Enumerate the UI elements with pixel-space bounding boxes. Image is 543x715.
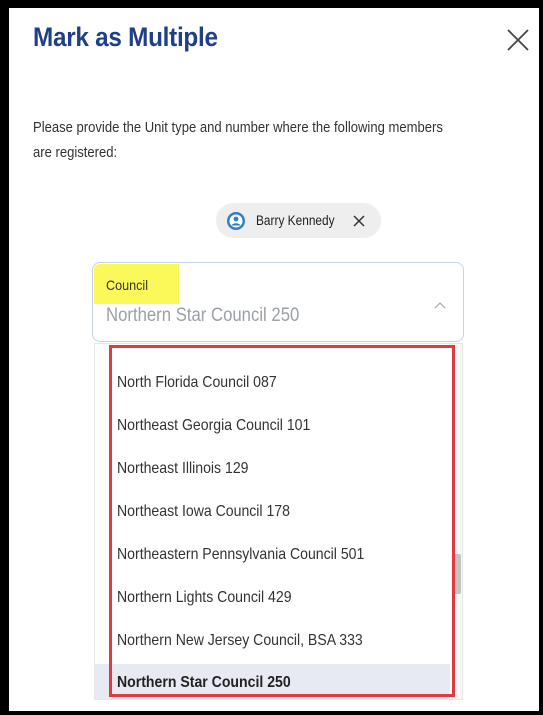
options-scrollbar[interactable] — [452, 344, 462, 699]
council-selected-value: Northern Star Council 250 — [106, 305, 300, 326]
mark-as-multiple-dialog: Mark as Multiple Please provide the Unit… — [0, 0, 543, 715]
dialog-title: Mark as Multiple — [33, 22, 218, 52]
council-option[interactable]: Northeast Iowa Council 178 — [95, 493, 450, 533]
remove-member-icon[interactable] — [352, 214, 366, 228]
council-option[interactable]: Northeast Illinois 129 — [95, 450, 450, 490]
close-button[interactable] — [506, 28, 530, 52]
chevron-up-icon[interactable] — [433, 300, 447, 310]
council-select[interactable]: Council Northern Star Council 250 — [92, 262, 464, 342]
council-option[interactable]: Northern New Jersey Council, BSA 333 — [95, 622, 450, 662]
council-option[interactable]: North Florida Council 087 — [95, 364, 450, 404]
member-chip: Barry Kennedy — [216, 203, 381, 238]
council-option[interactable]: Northern Lights Council 429 — [95, 579, 450, 619]
council-option-selected[interactable]: Northern Star Council 250 — [95, 664, 450, 699]
dialog-description: Please provide the Unit type and number … — [33, 120, 443, 161]
council-option[interactable]: Northeast Georgia Council 101 — [95, 407, 450, 447]
user-avatar-icon — [227, 211, 245, 230]
council-option[interactable]: Northeastern Pennsylvania Council 501 — [95, 536, 450, 576]
member-chip-name: Barry Kennedy — [256, 213, 335, 228]
council-label: Council — [106, 277, 149, 293]
close-icon — [507, 29, 529, 51]
council-options-list[interactable]: North Florida Council 087 Northeast Geor… — [95, 344, 462, 699]
council-label-highlight: Council — [94, 264, 179, 304]
options-scrollbar-thumb[interactable] — [453, 554, 461, 594]
